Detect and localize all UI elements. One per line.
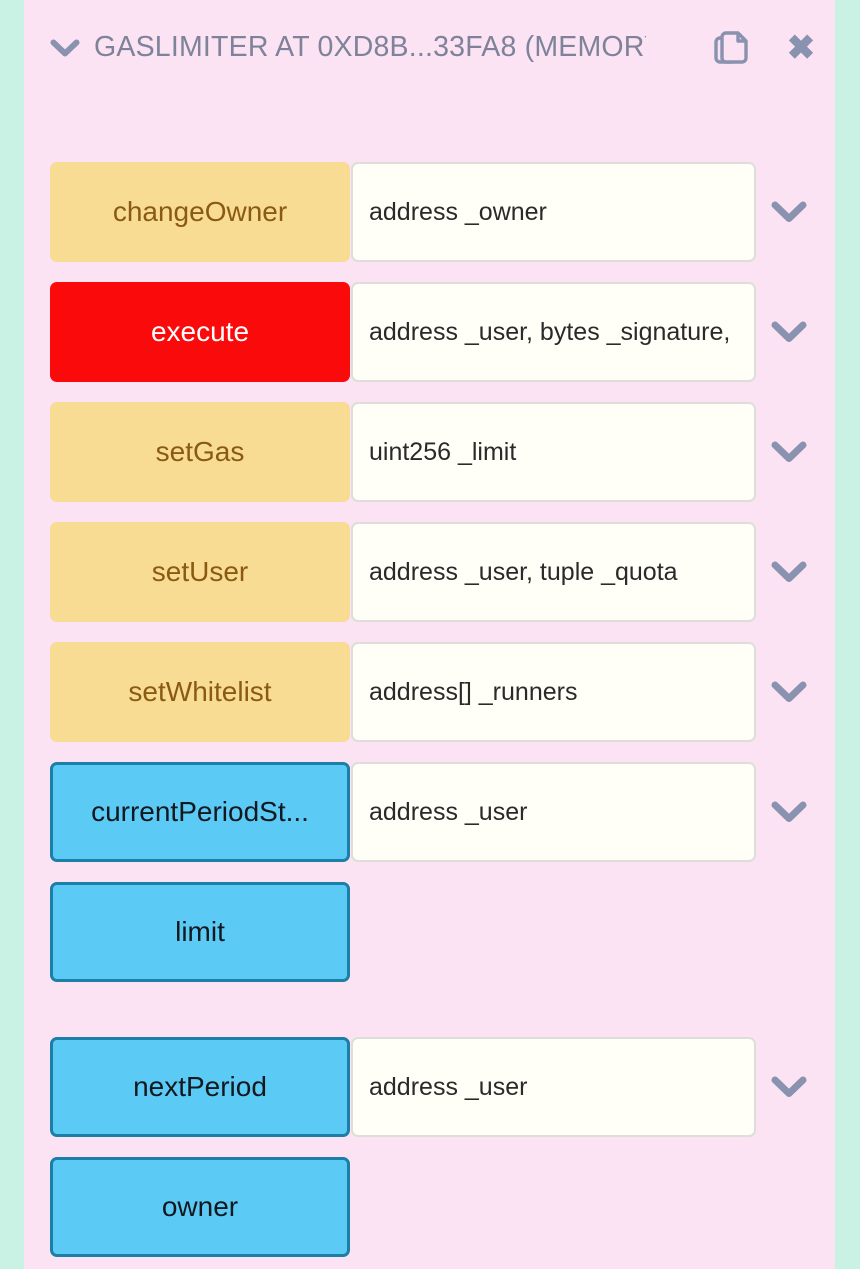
function-button-setUser[interactable]: setUser — [50, 522, 350, 622]
header-actions: ✖ — [711, 0, 821, 96]
close-icon[interactable]: ✖ — [781, 28, 821, 68]
chevron-down-icon[interactable] — [756, 762, 822, 862]
chevron-down-icon[interactable] — [756, 162, 822, 262]
chevron-down-icon[interactable] — [756, 522, 822, 622]
contract-function-list: changeOwner execute setGas setUser setWhitel… — [24, 162, 835, 1257]
function-button-changeOwner[interactable]: changeOwner — [50, 162, 350, 262]
function-params-input[interactable] — [351, 642, 756, 742]
panel-header: GasLimiter at 0xD8B...33FA8 (memory) ✖ — [24, 0, 835, 96]
chevron-down-icon[interactable] — [756, 642, 822, 742]
chevron-down-icon[interactable] — [756, 282, 822, 382]
function-params-input[interactable] — [351, 402, 756, 502]
chevron-down-icon[interactable] — [756, 1037, 822, 1137]
function-button-execute[interactable]: execute — [50, 282, 350, 382]
function-params-input[interactable] — [351, 162, 756, 262]
page-title: GasLimiter at 0xD8B...33FA8 (memory) — [94, 32, 646, 64]
function-button-limit[interactable]: limit — [50, 882, 350, 982]
contract-instance-panel: GasLimiter at 0xD8B...33FA8 (memory) ✖ c… — [24, 0, 835, 1269]
function-button-setWhitelist[interactable]: setWhitelist — [50, 642, 350, 742]
function-row: changeOwner — [50, 162, 835, 262]
function-row: owner — [50, 1157, 835, 1257]
function-row: limit — [50, 882, 835, 982]
function-button-currentPeriodSt[interactable]: currentPeriodSt... — [50, 762, 350, 862]
function-params-input[interactable] — [351, 762, 756, 862]
function-row: currentPeriodSt... — [50, 762, 835, 862]
function-button-setGas[interactable]: setGas — [50, 402, 350, 502]
function-params-input[interactable] — [351, 522, 756, 622]
chevron-down-icon[interactable] — [756, 402, 822, 502]
function-button-nextPeriod[interactable]: nextPeriod — [50, 1037, 350, 1137]
page-root: GasLimiter at 0xD8B...33FA8 (memory) ✖ c… — [0, 0, 860, 1269]
function-row: nextPeriod — [50, 1037, 835, 1137]
copy-icon[interactable] — [711, 28, 751, 68]
function-row: setGas — [50, 402, 835, 502]
function-params-input[interactable] — [351, 1037, 756, 1137]
function-button-owner[interactable]: owner — [50, 1157, 350, 1257]
function-params-input[interactable] — [351, 282, 756, 382]
chevron-down-icon[interactable] — [50, 33, 80, 63]
close-glyph: ✖ — [786, 29, 816, 67]
function-row: setUser — [50, 522, 835, 622]
function-row: setWhitelist — [50, 642, 835, 742]
function-row: execute — [50, 282, 835, 382]
